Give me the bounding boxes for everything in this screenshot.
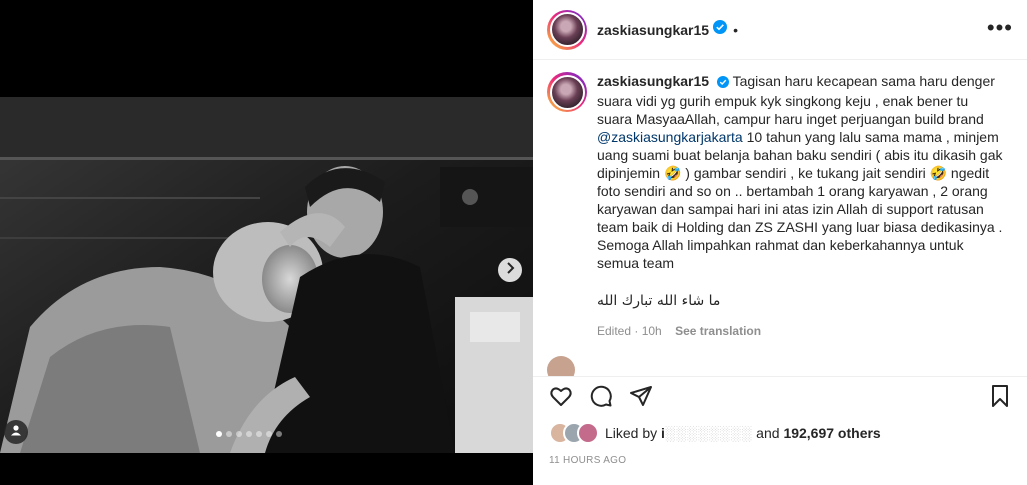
share-icon[interactable]: [629, 384, 653, 413]
caption-arabic: ما شاء الله تبارك الله: [597, 293, 721, 309]
carousel-dot: [256, 431, 262, 437]
likes-count[interactable]: 192,697 others: [783, 425, 880, 441]
see-translation-button[interactable]: See translation: [675, 324, 761, 338]
edited-time: Edited · 10h: [597, 324, 662, 338]
tagged-users-button[interactable]: [4, 420, 28, 444]
author-username[interactable]: zaskiasungkar15: [597, 22, 709, 38]
carousel-indicators: [216, 431, 282, 437]
caption-username[interactable]: zaskiasungkar15: [597, 73, 709, 89]
author-avatar[interactable]: [547, 9, 587, 50]
verified-badge-icon: [713, 20, 728, 39]
post-header: zaskiasungkar15 • •••: [533, 0, 1027, 60]
comments-section: zaskiasungkar15 Tagisan haru kecapean sa…: [533, 60, 1027, 376]
photo-image: [0, 97, 533, 453]
caption-text: zaskiasungkar15 Tagisan haru kecapean sa…: [597, 72, 1007, 340]
carousel-dot: [236, 431, 242, 437]
bookmark-icon[interactable]: [989, 384, 1011, 413]
heart-icon[interactable]: [549, 384, 573, 413]
more-options-icon[interactable]: •••: [987, 17, 1013, 39]
likes-prefix: Liked by: [605, 425, 662, 441]
commenter-avatar[interactable]: [547, 356, 575, 376]
liker-name-redacted: ░░░░░░░░: [664, 425, 753, 441]
carousel-dot: [216, 431, 222, 437]
tagged-user-icon: [10, 423, 22, 441]
caption-meta: Edited · 10h See translation: [597, 322, 1007, 340]
verified-badge-icon: [716, 74, 729, 92]
likes-text[interactable]: Liked by i░░░░░░░░ and 192,697 others: [605, 425, 881, 441]
post-side-panel: zaskiasungkar15 • ••• zaskiasungkar15 Ta…: [533, 0, 1027, 485]
laughing-emoji: 🤣: [663, 165, 682, 181]
action-bar: [533, 376, 1027, 414]
caption-author-avatar[interactable]: [547, 72, 587, 112]
caption-mention[interactable]: @zaskiasungkarjakarta: [597, 129, 743, 145]
header-dot: •: [733, 21, 738, 38]
carousel-dot: [276, 431, 282, 437]
likes-summary: Liked by i░░░░░░░░ and 192,697 others: [549, 422, 881, 444]
carousel-next-button[interactable]: [498, 258, 522, 282]
likes-and: and: [752, 425, 784, 441]
caption-body-3: ) gambar sendiri , ke tukang jait sendir…: [681, 165, 930, 181]
next-comment-partial: [547, 356, 575, 376]
carousel-dot: [266, 431, 272, 437]
carousel-dot: [246, 431, 252, 437]
post-photo[interactable]: [0, 97, 533, 453]
chevron-right-icon: [505, 261, 515, 279]
comment-icon[interactable]: [589, 384, 613, 413]
post-media: [0, 0, 533, 485]
laughing-emoji: 🤣: [929, 165, 948, 181]
post-timestamp: 11 HOURS AGO: [549, 455, 627, 466]
caption: zaskiasungkar15 Tagisan haru kecapean sa…: [547, 72, 1013, 340]
carousel-dot: [226, 431, 232, 437]
liker-avatar[interactable]: [577, 422, 599, 444]
